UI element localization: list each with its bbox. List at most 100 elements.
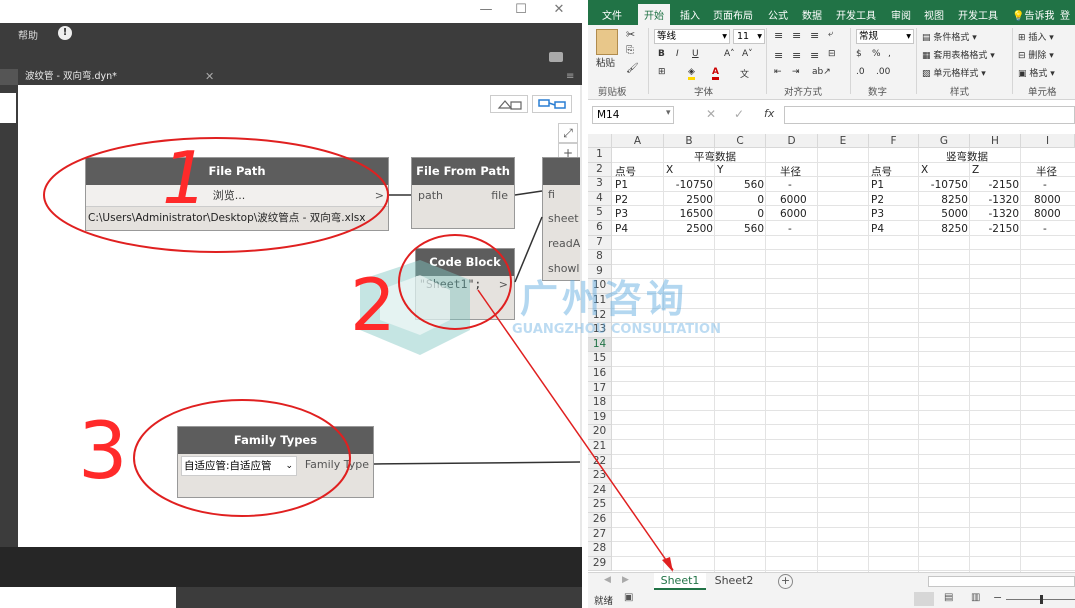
row-header-15[interactable]: 15 [588,352,612,367]
close-button[interactable]: ✕ [549,2,569,17]
cell-c4[interactable]: 0 [717,194,764,206]
paste-button[interactable]: 粘贴 [596,55,615,69]
column-header-c[interactable]: C [715,134,766,148]
shrink-font-icon[interactable]: A˅ [742,49,753,59]
zoom-slider-thumb[interactable] [1040,595,1043,604]
increase-decimal-icon[interactable]: .0 [856,67,865,77]
library-search[interactable] [0,93,16,123]
tab-data[interactable]: 数据 [802,7,822,22]
cell-d3[interactable]: - [788,179,792,191]
cell-d6[interactable]: - [788,223,792,235]
tab-review[interactable]: 审阅 [891,7,911,22]
row-header-22[interactable]: 22 [588,454,612,470]
tab-developer[interactable]: 开发工具 [836,7,876,22]
row-header-13[interactable]: 13 [588,323,612,338]
cell-a3[interactable]: P1 [615,179,628,191]
cell-h4[interactable]: -1320 [972,194,1019,206]
table-format-button[interactable]: ▦ 套用表格格式 ▾ [922,48,995,61]
bold-icon[interactable]: B [658,49,665,59]
cell-a2[interactable]: 点号 [615,164,636,179]
scroll-right-icon[interactable]: ▶ [622,575,629,585]
cell-b2[interactable]: X [666,164,673,176]
cell-g3[interactable]: -10750 [921,179,968,191]
macro-record-icon[interactable]: ▣ [624,592,633,603]
align-right-icon[interactable]: ≡ [810,49,819,62]
column-header-f[interactable]: F [869,134,919,148]
format-cells-button[interactable]: ▣ 格式 ▾ [1018,66,1055,79]
cell-g6[interactable]: 8250 [921,223,968,235]
cut-icon[interactable]: ✂ [626,28,635,41]
cell-b4[interactable]: 2500 [666,194,713,206]
cell-i2[interactable]: 半径 [1036,164,1057,179]
currency-icon[interactable]: $ [856,49,862,59]
add-sheet-button[interactable]: + [778,574,793,589]
column-header-e[interactable]: E [818,134,869,148]
cell-style-button[interactable]: ▨ 单元格样式 ▾ [922,66,986,79]
chevron-down-icon[interactable]: ▾ [666,108,671,118]
row-header-28[interactable]: 28 [588,542,612,557]
copy-icon[interactable]: ⎘ [626,45,634,56]
row-header-16[interactable]: 16 [588,367,612,382]
orientation-icon[interactable]: ab↗ [812,67,831,77]
row-header-24[interactable]: 24 [588,483,612,499]
menu-help[interactable]: 帮助 [18,27,38,42]
cell-a4[interactable]: P2 [615,194,628,206]
row-header-7[interactable]: 7 [588,235,612,251]
zoom-out-icon[interactable]: − [993,591,1002,604]
font-size-select[interactable]: 11 ▾ [733,29,765,44]
hamburger-icon[interactable]: ≡ [566,71,574,82]
cell-i3[interactable]: - [1043,179,1047,191]
column-header-h[interactable]: H [970,134,1021,148]
cell-f2[interactable]: 点号 [871,164,892,179]
cell-f3[interactable]: P1 [871,179,884,191]
sheet-tab-sheet2[interactable]: Sheet2 [708,573,760,590]
column-header-a[interactable]: A [612,134,664,148]
cell-g5[interactable]: 5000 [921,208,968,220]
underline-icon[interactable]: U [692,49,699,59]
row-header-3[interactable]: 3 [588,177,612,192]
tab-formulas[interactable]: 公式 [768,7,788,22]
decrease-decimal-icon[interactable]: .00 [876,67,890,77]
fill-color-icon[interactable]: ◈ [688,67,695,80]
cancel-icon[interactable]: ✕ [706,107,716,121]
row-header-10[interactable]: 10 [588,279,612,294]
library-toggle[interactable] [0,69,18,85]
cell-i6[interactable]: - [1043,223,1047,235]
row-header-4[interactable]: 4 [588,191,612,207]
row-header-6[interactable]: 6 [588,221,612,236]
cell-f4[interactable]: P2 [871,194,884,206]
row-header-5[interactable]: 5 [588,206,612,221]
wrap-text-icon[interactable]: ⤶ [828,29,833,39]
font-name-select[interactable]: 等线 ▾ [654,29,730,44]
row-header-26[interactable]: 26 [588,513,612,528]
row-header-11[interactable]: 11 [588,294,612,309]
sheet-tab-sheet1[interactable]: Sheet1 [654,573,706,590]
tab-view[interactable]: 视图 [924,7,944,22]
cell-d4[interactable]: 6000 [780,194,807,206]
column-header-g[interactable]: G [919,134,970,148]
align-top-icon[interactable]: ≡ [774,29,783,42]
column-header-d[interactable]: D [766,134,818,148]
close-tab-icon[interactable]: ✕ [205,69,214,85]
row-header-23[interactable]: 23 [588,469,612,484]
tab-workspace[interactable]: 波纹管 - 双向弯.dyn* [20,69,220,85]
graph-canvas[interactable]: ⤢ + − ✥ File Path 浏览... > C:\Users\Admin… [18,85,580,547]
row-header-20[interactable]: 20 [588,425,612,440]
comma-icon[interactable]: , [888,49,891,59]
tab-developer-2[interactable]: 开发工具 [958,7,998,22]
column-header-b[interactable]: B [664,134,715,148]
cell-b6[interactable]: 2500 [666,223,713,235]
cell-h5[interactable]: -1320 [972,208,1019,220]
column-header-i[interactable]: I [1021,134,1075,148]
sign-in-link[interactable]: 登 [1060,7,1070,22]
insert-cells-button[interactable]: ⊞ 插入 ▾ [1018,30,1054,43]
align-bottom-icon[interactable]: ≡ [810,29,819,42]
cell-h3[interactable]: -2150 [972,179,1019,191]
increase-indent-icon[interactable]: ⇥ [792,67,800,77]
function-icon[interactable]: fx [764,107,774,120]
info-icon[interactable]: ! [58,26,72,40]
borders-icon[interactable]: ⊞ [658,67,666,77]
page-layout-view-icon[interactable]: ▤ [944,592,953,603]
row-header-29[interactable]: 29 [588,556,612,572]
normal-view-icon[interactable] [914,592,934,606]
